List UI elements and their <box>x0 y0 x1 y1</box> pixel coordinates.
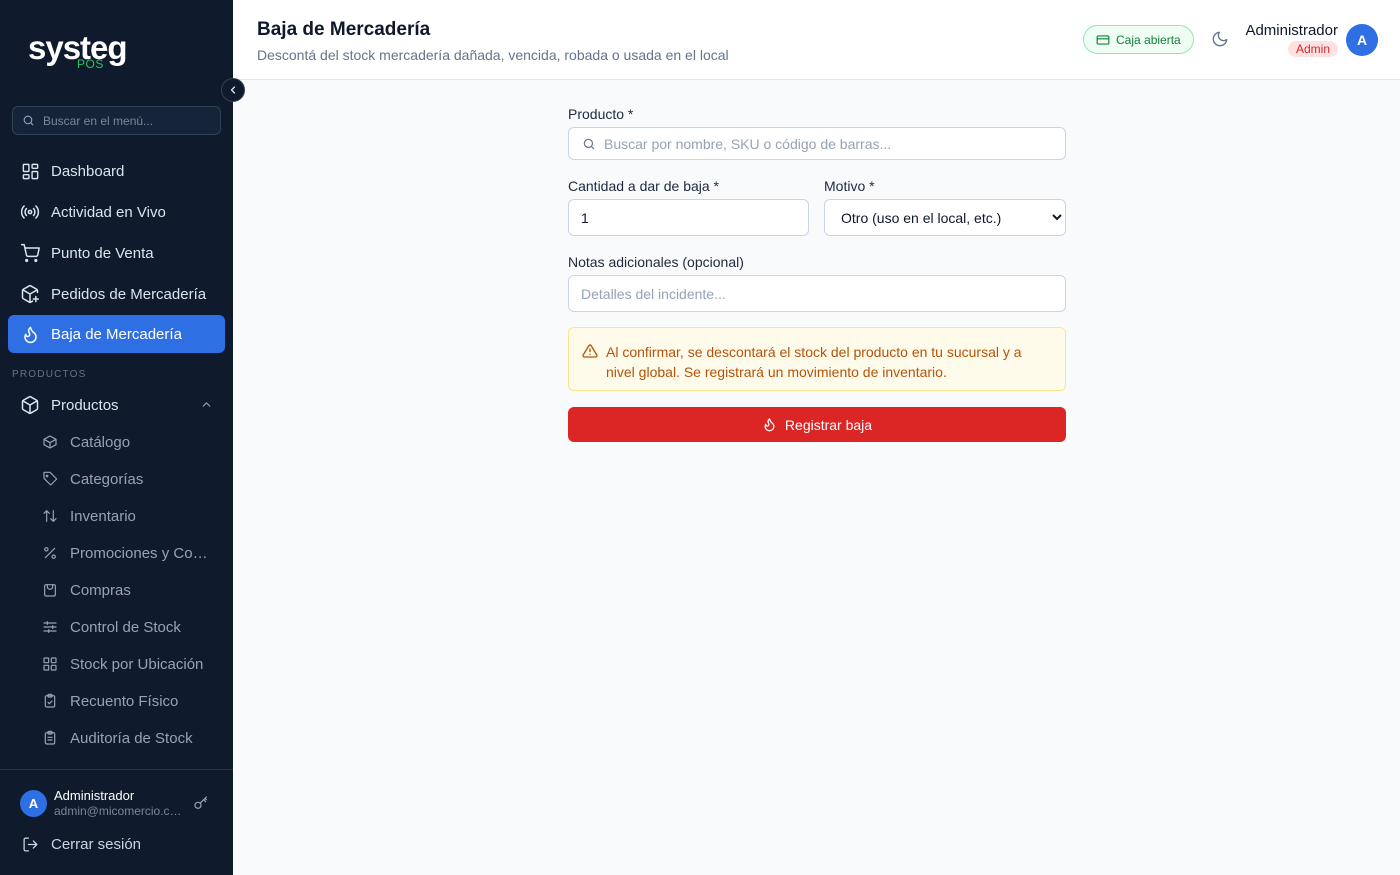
reason-label: Motivo * <box>824 178 875 194</box>
sub-item-promotions[interactable]: Promociones y Combos <box>40 538 220 568</box>
quantity-input[interactable] <box>569 200 808 235</box>
package-plus-icon <box>20 284 40 304</box>
moon-icon[interactable] <box>1211 30 1229 48</box>
menu-search[interactable] <box>12 106 221 135</box>
dashboard-icon <box>20 161 40 181</box>
arrows-up-down-icon <box>40 506 60 526</box>
sub-item-label: Auditoría de Stock <box>70 729 193 747</box>
collapse-sidebar-button[interactable] <box>221 78 245 102</box>
reason-field[interactable]: Otro (uso en el local, etc.) <box>824 199 1066 236</box>
nav-item-dashboard[interactable]: Dashboard <box>8 152 225 190</box>
menu-search-input[interactable] <box>43 113 213 128</box>
avatar[interactable]: A <box>20 790 47 817</box>
chevron-left-icon <box>230 86 236 94</box>
page-title: Baja de Mercadería <box>257 19 431 40</box>
register-write-off-button[interactable]: Registrar baja <box>568 407 1066 442</box>
nav-item-merchandise-orders[interactable]: Pedidos de Mercadería <box>8 275 225 313</box>
nav-group-products[interactable]: Productos <box>8 386 225 424</box>
warning-triangle-icon <box>582 343 598 390</box>
logout-icon <box>22 836 39 853</box>
sub-item-label: Stock por Ubicación <box>70 655 204 673</box>
clipboard-list-icon <box>40 728 60 748</box>
sidebar-user-email: admin@micomercio.com <box>54 804 182 818</box>
sub-item-label: Compras <box>70 581 131 599</box>
logo[interactable]: systeg POS <box>28 30 128 72</box>
flame-icon <box>20 324 40 344</box>
credit-card-icon <box>1096 33 1110 47</box>
sub-item-physical-count[interactable]: Recuento Físico <box>40 686 220 716</box>
flame-icon <box>762 417 777 432</box>
clipboard-check-icon <box>40 691 60 711</box>
sliders-icon <box>40 617 60 637</box>
sub-item-categories[interactable]: Categorías <box>40 464 220 494</box>
sidebar-footer: A Administrador admin@micomercio.com Cer… <box>0 769 233 875</box>
shopping-bag-icon <box>40 580 60 600</box>
sub-item-label: Catálogo <box>70 433 131 451</box>
logout-button[interactable]: Cerrar sesión <box>22 836 141 853</box>
logout-label: Cerrar sesión <box>51 836 142 853</box>
quantity-label: Cantidad a dar de baja * <box>568 178 719 194</box>
page-subtitle: Descontá del stock mercadería dañada, ve… <box>257 47 729 63</box>
nav-item-point-of-sale[interactable]: Punto de Venta <box>8 234 225 272</box>
key-icon[interactable] <box>193 795 209 816</box>
cash-status-badge[interactable]: Caja abierta <box>1083 25 1194 54</box>
warning-alert: Al confirmar, se descontará el stock del… <box>568 327 1066 391</box>
nav-group-label: Productos <box>51 396 119 414</box>
nav-item-label: Pedidos de Mercadería <box>51 285 207 303</box>
notes-label: Notas adicionales (opcional) <box>568 254 744 270</box>
reason-select[interactable]: Otro (uso en el local, etc.) <box>825 200 1065 235</box>
notes-field[interactable] <box>568 275 1066 312</box>
page-header: Baja de Mercadería Descontá del stock me… <box>233 0 1400 80</box>
product-search-field[interactable] <box>568 127 1066 160</box>
register-write-off-label: Registrar baja <box>784 416 873 433</box>
nav-item-label: Baja de Mercadería <box>51 325 182 343</box>
sidebar-user-name: Administrador <box>54 788 135 803</box>
product-search-input[interactable] <box>604 128 1065 159</box>
sub-item-label: Recuento Físico <box>70 692 179 710</box>
cash-status-label: Caja abierta <box>1116 32 1181 47</box>
sub-item-label: Inventario <box>70 507 136 525</box>
sub-item-catalog[interactable]: Catálogo <box>40 427 220 457</box>
nav-item-label: Dashboard <box>51 162 125 180</box>
header-user-name: Administrador <box>1245 22 1338 39</box>
percent-icon <box>40 543 60 563</box>
sub-item-stock-audit[interactable]: Auditoría de Stock <box>40 723 220 753</box>
sub-item-label: Control de Stock <box>70 618 181 636</box>
search-icon <box>582 137 596 151</box>
cart-icon <box>20 243 40 263</box>
package-icon <box>20 395 40 415</box>
avatar[interactable]: A <box>1346 24 1378 56</box>
product-label: Producto * <box>568 106 634 122</box>
tag-icon <box>40 469 60 489</box>
sub-item-stock-by-location[interactable]: Stock por Ubicación <box>40 649 220 679</box>
sub-item-label: Promociones y Combos <box>70 544 211 562</box>
box-icon <box>40 432 60 452</box>
sub-item-inventory[interactable]: Inventario <box>40 501 220 531</box>
notes-input[interactable] <box>569 276 1065 311</box>
user-role-badge: Admin <box>1287 41 1338 57</box>
warning-line-2: nivel global. Se registrará un movimient… <box>606 364 947 380</box>
chevron-up-icon[interactable] <box>200 398 213 411</box>
sidebar: systeg POS Dashboard Actividad en Vivo P… <box>0 0 245 875</box>
nav-item-label: Actividad en Vivo <box>51 203 166 221</box>
nav-item-live-activity[interactable]: Actividad en Vivo <box>8 193 225 231</box>
search-icon <box>23 115 34 126</box>
warning-line-1: Al confirmar, se descontará el stock del… <box>606 344 1022 360</box>
warning-text: Al confirmar, se descontará el stock del… <box>606 342 1022 390</box>
broadcast-icon <box>20 202 40 222</box>
nav-item-label: Punto de Venta <box>51 244 154 262</box>
quantity-field[interactable] <box>568 199 809 236</box>
grid-icon <box>40 654 60 674</box>
logo-subtext: POS <box>77 57 104 71</box>
nav-item-merchandise-write-off[interactable]: Baja de Mercadería <box>8 315 225 353</box>
sub-item-stock-control[interactable]: Control de Stock <box>40 612 220 642</box>
sub-item-label: Categorías <box>70 470 144 488</box>
sub-item-purchases[interactable]: Compras <box>40 575 220 605</box>
section-label-products: PRODUCTOS <box>12 369 87 380</box>
